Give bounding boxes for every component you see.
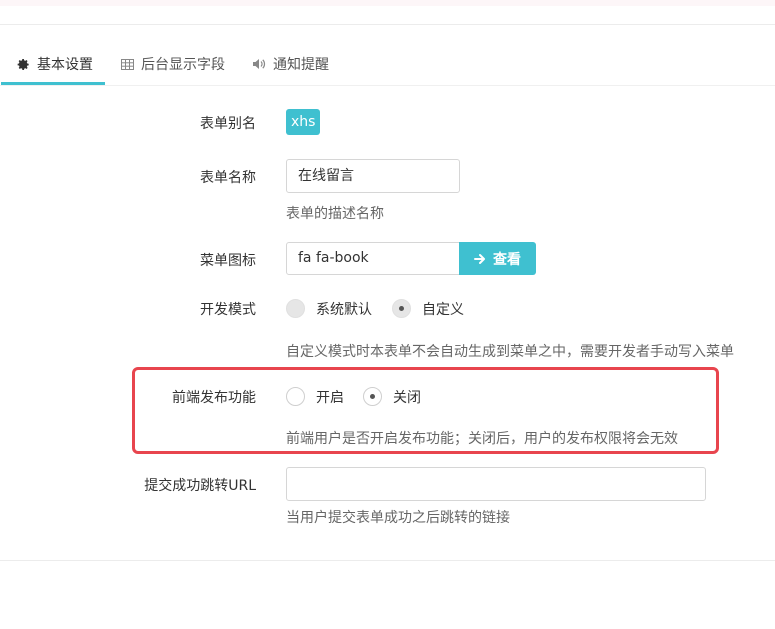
frontend-publish-on-label[interactable]: 开启 bbox=[316, 387, 344, 407]
frontend-publish-on-radio[interactable] bbox=[286, 387, 305, 406]
tab-label: 基本设置 bbox=[37, 57, 93, 73]
dev-mode-custom-label[interactable]: 自定义 bbox=[422, 299, 464, 319]
gear-icon bbox=[16, 57, 30, 71]
frontend-publish-off-label[interactable]: 关闭 bbox=[393, 387, 421, 407]
dev-mode-default-radio[interactable] bbox=[286, 299, 305, 318]
form-name-input[interactable]: 在线留言 bbox=[286, 159, 460, 193]
alias-badge: xhs bbox=[286, 109, 321, 135]
radio-selected-dot bbox=[370, 394, 375, 399]
redirect-url-input[interactable] bbox=[286, 467, 706, 501]
divider bbox=[0, 85, 775, 86]
form-name-label: 表单名称 bbox=[200, 170, 256, 186]
divider bbox=[0, 560, 775, 561]
menu-icon-input[interactable]: fa fa-book bbox=[286, 242, 460, 275]
view-icon-button[interactable]: 查看 bbox=[459, 242, 536, 275]
frontend-publish-help: 前端用户是否开启发布功能；关闭后，用户的发布权限将会无效 bbox=[286, 431, 678, 447]
redirect-url-help: 当用户提交表单成功之后跳转的链接 bbox=[286, 510, 510, 526]
redirect-url-label: 提交成功跳转URL bbox=[144, 478, 256, 494]
tab-backend-fields[interactable]: 后台显示字段 bbox=[120, 42, 225, 86]
dev-mode-default-label[interactable]: 系统默认 bbox=[316, 299, 372, 319]
alias-label: 表单别名 bbox=[200, 116, 256, 132]
volume-icon bbox=[252, 57, 266, 71]
frontend-publish-off-radio[interactable] bbox=[363, 387, 382, 406]
dev-mode-help: 自定义模式时本表单不会自动生成到菜单之中，需要开发者手动写入菜单 bbox=[286, 344, 734, 360]
tab-bar: 基本设置 后台显示字段 通知提醒 bbox=[0, 42, 775, 86]
tab-label: 后台显示字段 bbox=[141, 57, 225, 73]
tab-basic-settings[interactable]: 基本设置 bbox=[16, 42, 93, 86]
frontend-publish-label: 前端发布功能 bbox=[172, 390, 256, 406]
table-icon bbox=[120, 57, 134, 71]
radio-selected-dot bbox=[399, 306, 404, 311]
tab-notifications[interactable]: 通知提醒 bbox=[252, 42, 329, 86]
divider bbox=[0, 24, 775, 25]
dev-mode-custom-radio[interactable] bbox=[392, 299, 411, 318]
arrow-right-icon bbox=[474, 253, 486, 265]
top-strip bbox=[0, 0, 775, 6]
tab-label: 通知提醒 bbox=[273, 57, 329, 73]
menu-icon-label: 菜单图标 bbox=[200, 253, 256, 269]
form-name-help: 表单的描述名称 bbox=[286, 206, 384, 222]
view-button-label: 查看 bbox=[493, 251, 521, 268]
dev-mode-label: 开发模式 bbox=[200, 302, 256, 318]
